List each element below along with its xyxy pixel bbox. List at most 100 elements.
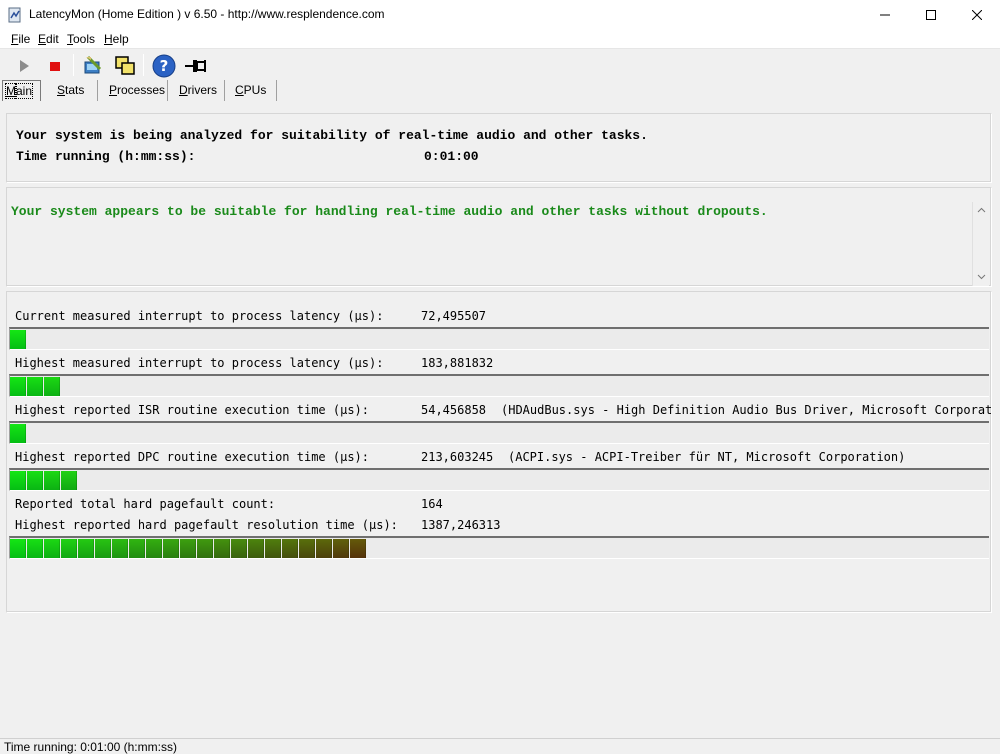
metrics-panel: Current measured interrupt to process la… xyxy=(6,291,992,613)
pagefault-time-value: 1387,246313 xyxy=(421,518,501,532)
maximize-icon xyxy=(926,10,936,20)
bar-segment xyxy=(10,424,26,443)
bar-segment xyxy=(10,539,26,558)
highest-latency-bar xyxy=(9,374,989,397)
bar-segment xyxy=(248,539,264,558)
tab-processes[interactable]: Processes xyxy=(109,80,165,101)
dpc-value: 213,603245 xyxy=(421,450,494,464)
menu-help[interactable]: Help xyxy=(104,32,129,46)
tab-separator xyxy=(276,80,277,101)
pagefault-time-label: Highest reported hard pagefault resoluti… xyxy=(15,518,398,532)
bar-segment xyxy=(78,539,94,558)
help-icon: ? xyxy=(152,54,176,78)
title-bar: LatencyMon (Home Edition ) v 6.50 - http… xyxy=(0,0,1000,30)
windows-button[interactable] xyxy=(112,53,138,79)
tab-strip: Main Stats Processes Drivers CPUs xyxy=(0,80,1000,101)
current-latency-label: Current measured interrupt to process la… xyxy=(15,309,384,323)
dpc-driver: (ACPI.sys - ACPI-Treiber für NT, Microso… xyxy=(508,450,906,464)
stop-button[interactable] xyxy=(42,53,68,79)
bar-segment xyxy=(95,539,111,558)
bar-segment xyxy=(27,471,43,490)
bar-segment xyxy=(27,539,43,558)
bar-segment xyxy=(10,330,26,349)
bar-segment xyxy=(316,539,332,558)
isr-driver: (HDAudBus.sys - High Definition Audio Bu… xyxy=(501,403,991,417)
dpc-bar xyxy=(9,468,989,491)
scroll-down-icon[interactable] xyxy=(977,272,986,281)
bar-segment xyxy=(265,539,281,558)
current-latency-bar xyxy=(9,327,989,350)
pin-icon xyxy=(185,60,206,72)
verdict-panel: Your system appears to be suitable for h… xyxy=(6,187,992,287)
bar-segment xyxy=(163,539,179,558)
bar-segment xyxy=(333,539,349,558)
tab-main[interactable]: Main xyxy=(2,80,41,101)
status-text: Time running: 0:01:00 (h:mm:ss) xyxy=(4,740,177,754)
status-bar: Time running: 0:01:00 (h:mm:ss) xyxy=(0,738,1000,754)
play-icon xyxy=(20,60,29,72)
bar-segment xyxy=(129,539,145,558)
analysis-panel: Your system is being analyzed for suitab… xyxy=(6,113,992,183)
verdict-scrollbar[interactable] xyxy=(972,202,989,286)
toolbar-separator xyxy=(143,54,144,76)
help-button[interactable]: ? xyxy=(151,53,177,79)
highest-latency-value: 183,881832 xyxy=(421,356,494,370)
tab-drivers[interactable]: Drivers xyxy=(179,80,217,101)
window-title: LatencyMon (Home Edition ) v 6.50 - http… xyxy=(29,7,385,21)
minimize-button[interactable] xyxy=(862,0,908,30)
tab-stats[interactable]: Stats xyxy=(57,80,84,101)
bar-segment xyxy=(197,539,213,558)
dpc-label: Highest reported DPC routine execution t… xyxy=(15,450,370,464)
tab-cpus[interactable]: CPUs xyxy=(235,80,266,101)
close-button[interactable] xyxy=(954,0,1000,30)
bar-segment xyxy=(112,539,128,558)
bar-segment xyxy=(44,471,60,490)
scroll-up-icon[interactable] xyxy=(977,206,986,215)
bar-segment xyxy=(27,377,43,396)
tab-separator xyxy=(97,80,98,101)
stop-icon xyxy=(50,62,60,71)
pagefault-count-label: Reported total hard pagefault count: xyxy=(15,497,276,511)
bar-segment xyxy=(214,539,230,558)
bar-segment xyxy=(350,539,366,558)
current-latency-value: 72,495507 xyxy=(421,309,487,323)
bar-segment xyxy=(44,539,60,558)
bar-segment xyxy=(282,539,298,558)
start-button[interactable] xyxy=(11,53,37,79)
time-running-value: 0:01:00 xyxy=(424,149,479,164)
isr-value: 54,456858 xyxy=(421,403,487,417)
pin-button[interactable] xyxy=(183,53,209,79)
svg-text:?: ? xyxy=(160,57,169,75)
highest-latency-label: Highest measured interrupt to process la… xyxy=(15,356,384,370)
tab-separator xyxy=(224,80,225,101)
menu-edit[interactable]: Edit xyxy=(38,32,59,46)
report-button[interactable] xyxy=(80,53,106,79)
bar-segment xyxy=(146,539,162,558)
isr-bar xyxy=(9,421,989,444)
minimize-icon xyxy=(880,14,890,16)
time-running-label: Time running (h:mm:ss): xyxy=(16,149,196,164)
menu-file[interactable]: File xyxy=(11,32,30,46)
bar-segment xyxy=(231,539,247,558)
bar-segment xyxy=(10,471,26,490)
bar-segment xyxy=(10,377,26,396)
app-icon xyxy=(7,7,23,23)
tab-separator xyxy=(167,80,168,101)
bar-segment xyxy=(180,539,196,558)
analysis-message: Your system is being analyzed for suitab… xyxy=(16,128,648,143)
pagefault-time-bar xyxy=(9,536,989,559)
bar-segment xyxy=(299,539,315,558)
close-icon xyxy=(972,10,982,20)
verdict-text: Your system appears to be suitable for h… xyxy=(11,204,768,219)
report-icon xyxy=(84,55,102,74)
isr-label: Highest reported ISR routine execution t… xyxy=(15,403,370,417)
windows-icon xyxy=(115,56,135,75)
menu-tools[interactable]: Tools xyxy=(67,32,95,46)
pagefault-count-value: 164 xyxy=(421,497,443,511)
bar-segment xyxy=(44,377,60,396)
menu-bar: File Edit Tools Help xyxy=(0,30,1000,49)
toolbar-separator xyxy=(73,54,74,76)
toolbar: ? xyxy=(0,50,1000,80)
bar-segment xyxy=(61,539,77,558)
maximize-button[interactable] xyxy=(908,0,954,30)
